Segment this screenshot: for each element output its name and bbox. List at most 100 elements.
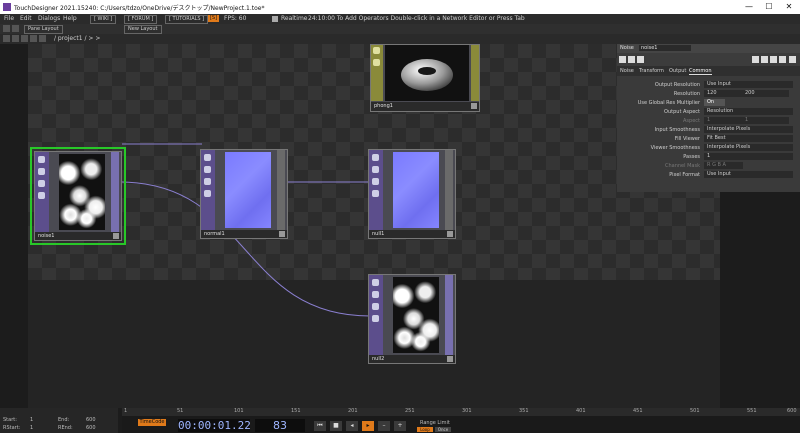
param-fill-viewer: Fill Viewer Fit Best bbox=[617, 135, 800, 144]
timecode-display[interactable]: 00:00:01.22 bbox=[178, 419, 251, 432]
loop-button[interactable]: Loop bbox=[417, 427, 433, 432]
menu-file[interactable]: File bbox=[4, 15, 14, 22]
realtime-label: Realtime bbox=[281, 15, 308, 22]
tab-output[interactable]: Output bbox=[669, 68, 686, 74]
param-value-2[interactable]: 1 bbox=[742, 117, 789, 124]
param-value[interactable]: 120 bbox=[704, 90, 743, 97]
close-button[interactable]: ✕ bbox=[782, 2, 796, 12]
once-button[interactable]: Once bbox=[435, 427, 451, 432]
lock-icon[interactable] bbox=[372, 291, 379, 298]
parameter-panel: Noise noise1 Noise Transform Output Comm… bbox=[617, 44, 800, 192]
param-value[interactable]: Fit Best bbox=[704, 135, 793, 142]
node-null2[interactable]: null2 bbox=[368, 274, 456, 364]
tutorials-button[interactable]: [ TUTORIALS ] bbox=[165, 15, 209, 24]
display-icon[interactable] bbox=[372, 303, 379, 310]
menu-help[interactable]: Help bbox=[63, 15, 77, 22]
node-phong1[interactable]: phong1 bbox=[370, 44, 480, 112]
list-icon[interactable] bbox=[39, 35, 46, 42]
network-path[interactable]: / project1 / > > bbox=[54, 35, 100, 42]
realtime-checkbox[interactable] bbox=[272, 16, 278, 22]
info-icon[interactable] bbox=[637, 56, 644, 63]
pane-layout-button[interactable]: Pane Layout bbox=[24, 25, 63, 34]
stop-playback-button[interactable]: ■ bbox=[330, 421, 342, 431]
menu-edit[interactable]: Edit bbox=[20, 15, 32, 22]
param-value[interactable]: Resolution bbox=[704, 108, 793, 115]
maximize-button[interactable]: ☐ bbox=[762, 2, 776, 12]
pane-split-icon[interactable] bbox=[3, 25, 10, 32]
display-icon[interactable] bbox=[38, 180, 45, 187]
param-value[interactable]: 1 bbox=[704, 153, 793, 160]
op-name-field[interactable]: noise1 bbox=[639, 45, 691, 51]
node-flag-icon[interactable] bbox=[373, 47, 380, 54]
stop-button[interactable]: [S] bbox=[208, 15, 219, 22]
menu-dialogs[interactable]: Dialogs bbox=[38, 15, 60, 22]
step-forward-button[interactable]: + bbox=[394, 421, 406, 431]
bypass-icon[interactable] bbox=[372, 154, 379, 161]
param-value-2[interactable]: 200 bbox=[742, 90, 789, 97]
bypass-icon[interactable] bbox=[204, 154, 211, 161]
param-toggle[interactable]: On bbox=[704, 99, 725, 106]
viewer-toggle[interactable] bbox=[279, 231, 285, 237]
play-reverse-button[interactable]: ◂ bbox=[346, 421, 358, 431]
param-value[interactable]: Use Input bbox=[704, 171, 793, 178]
tab-transform[interactable]: Transform bbox=[639, 68, 664, 74]
lock-icon[interactable] bbox=[372, 166, 379, 173]
render-icon[interactable] bbox=[38, 192, 45, 199]
node-null1[interactable]: null1 bbox=[368, 149, 456, 239]
bypass-icon[interactable] bbox=[38, 156, 45, 163]
add-icon[interactable] bbox=[779, 56, 786, 63]
help-icon[interactable] bbox=[619, 56, 626, 63]
tab-common[interactable]: Common bbox=[689, 68, 712, 75]
param-value[interactable]: Interpolate Pixels bbox=[704, 126, 793, 133]
viewer-toggle[interactable] bbox=[471, 103, 477, 109]
up-icon[interactable] bbox=[30, 35, 37, 42]
param-value[interactable]: Use Input bbox=[704, 81, 793, 88]
node-noise1[interactable]: noise1 bbox=[34, 151, 122, 241]
comment-icon[interactable] bbox=[752, 56, 759, 63]
node-normal1[interactable]: normal1 bbox=[200, 149, 288, 239]
bypass-icon[interactable] bbox=[372, 279, 379, 286]
tab-noise[interactable]: Noise bbox=[620, 68, 634, 74]
python-icon[interactable] bbox=[761, 56, 768, 63]
timeline-ruler[interactable]: 1 51 101 151 201 251 301 351 401 451 501… bbox=[122, 408, 800, 416]
render-icon[interactable] bbox=[372, 315, 379, 322]
param-value[interactable]: 1 bbox=[704, 117, 743, 124]
expression-icon[interactable] bbox=[770, 56, 777, 63]
back-icon[interactable] bbox=[12, 35, 19, 42]
start-value[interactable]: 1 bbox=[30, 417, 33, 423]
settings-icon[interactable] bbox=[628, 56, 635, 63]
render-icon[interactable] bbox=[372, 190, 379, 197]
param-viewer-smoothness: Viewer Smoothness Interpolate Pixels bbox=[617, 144, 800, 153]
node-strip bbox=[371, 45, 383, 101]
minimize-button[interactable]: — bbox=[742, 2, 756, 12]
param-tabs: Noise Transform Output Common bbox=[617, 66, 800, 76]
viewer-toggle[interactable] bbox=[447, 356, 453, 362]
display-icon[interactable] bbox=[204, 178, 211, 185]
rend-value[interactable]: 600 bbox=[86, 425, 96, 431]
end-value[interactable]: 600 bbox=[86, 417, 96, 423]
wiki-button[interactable]: [ WIKI ] bbox=[90, 15, 117, 24]
title-bar: TouchDesigner 2021.15240: C:/Users/tdzo/… bbox=[0, 0, 800, 14]
node-flag-icon[interactable] bbox=[373, 59, 380, 66]
viewer-toggle[interactable] bbox=[113, 233, 119, 239]
timecode-toggle[interactable]: TimeCode bbox=[138, 419, 166, 426]
rstart-value[interactable]: 1 bbox=[30, 425, 33, 431]
step-back-button[interactable]: – bbox=[378, 421, 390, 431]
pane-split-vertical-icon[interactable] bbox=[12, 25, 19, 32]
forward-icon[interactable] bbox=[21, 35, 28, 42]
lock-icon[interactable] bbox=[38, 168, 45, 175]
rewind-button[interactable]: ⏮ bbox=[314, 421, 326, 431]
param-value[interactable]: Interpolate Pixels bbox=[704, 144, 793, 151]
play-button[interactable]: ▸ bbox=[362, 421, 374, 431]
lock-icon[interactable] bbox=[204, 166, 211, 173]
node-noise1-selected[interactable]: noise1 bbox=[30, 147, 126, 245]
display-icon[interactable] bbox=[372, 178, 379, 185]
frame-display[interactable]: 83 bbox=[255, 419, 305, 432]
new-layout-button[interactable]: New Layout bbox=[124, 25, 162, 34]
param-value[interactable]: R G B A bbox=[704, 162, 743, 169]
render-icon[interactable] bbox=[204, 190, 211, 197]
home-icon[interactable] bbox=[3, 35, 10, 42]
gear-icon[interactable] bbox=[789, 56, 796, 63]
viewer-toggle[interactable] bbox=[447, 231, 453, 237]
forum-button[interactable]: [ FORUM ] bbox=[124, 15, 158, 24]
